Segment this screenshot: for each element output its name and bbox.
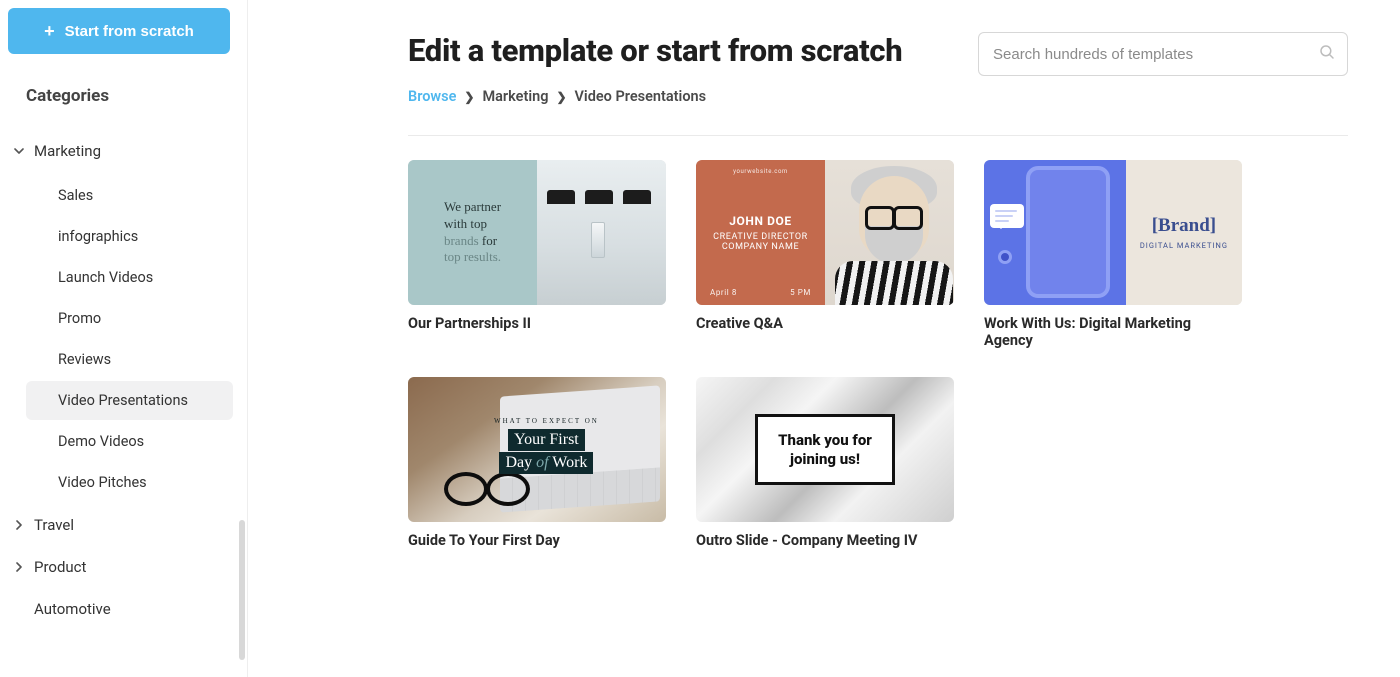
thumb-text: DIGITAL MARKETING — [1140, 241, 1228, 250]
template-title: Outro Slide - Company Meeting IV — [696, 532, 954, 549]
thumb-text: joining us! — [790, 450, 860, 468]
page-title: Edit a template or start from scratch — [408, 32, 902, 69]
chevron-right-icon: ❯ — [556, 90, 566, 104]
template-card-our-partnerships[interactable]: We partner with top brands for top resul… — [408, 160, 666, 349]
category-label: Product — [34, 558, 86, 576]
thumb-text: [Brand] — [1152, 215, 1216, 237]
subcategory-launch-videos[interactable]: Launch Videos — [26, 258, 233, 297]
template-title: Guide To Your First Day — [408, 532, 666, 549]
template-thumbnail: We partner with top brands for top resul… — [408, 160, 666, 305]
thumb-text: 5 PM — [790, 288, 811, 297]
thumb-text: COMPANY NAME — [722, 242, 799, 252]
category-automotive[interactable]: Automotive — [8, 588, 239, 630]
subcategory-reviews[interactable]: Reviews — [26, 340, 233, 379]
categories-heading: Categories — [26, 86, 239, 106]
chevron-right-icon: ❯ — [464, 90, 474, 104]
thumb-text: WHAT TO EXPECT ON — [494, 417, 599, 425]
subcategory-video-presentations[interactable]: Video Presentations — [26, 381, 233, 420]
breadcrumb: Browse ❯ Marketing ❯ Video Presentations — [408, 88, 1348, 105]
subcategory-label: Sales — [58, 187, 93, 204]
category-travel[interactable]: Travel — [8, 504, 239, 546]
subcategory-video-pitches[interactable]: Video Pitches — [26, 463, 233, 502]
thumb-text: CREATIVE DIRECTOR — [713, 232, 808, 242]
template-title: Work With Us: Digital Marketing Agency — [984, 315, 1242, 349]
template-title: Our Partnerships II — [408, 315, 666, 332]
thumb-text: yourwebsite.com — [733, 168, 788, 175]
template-thumbnail: [Brand] DIGITAL MARKETING — [984, 160, 1242, 305]
category-list: Marketing Sales infographics Launch Vide… — [8, 130, 239, 630]
thumb-text: top results. — [444, 249, 501, 264]
header-row: Edit a template or start from scratch — [408, 32, 1348, 76]
breadcrumb-mid[interactable]: Marketing — [482, 88, 548, 105]
template-card-first-day[interactable]: WHAT TO EXPECT ON Your First Day of Work… — [408, 377, 666, 549]
subcategory-promo[interactable]: Promo — [26, 299, 233, 338]
thumb-text: Day — [505, 454, 532, 471]
category-label: Travel — [34, 516, 74, 534]
subcategory-sales[interactable]: Sales — [26, 176, 233, 215]
subcategory-label: Launch Videos — [58, 269, 153, 286]
plus-icon: + — [44, 22, 55, 40]
subcategory-demo-videos[interactable]: Demo Videos — [26, 422, 233, 461]
search-icon — [1318, 43, 1336, 65]
subcategory-label: infographics — [58, 228, 138, 245]
subcategory-list: Sales infographics Launch Videos Promo R… — [8, 176, 239, 502]
thumb-text: brands — [444, 233, 479, 248]
subcategory-infographics[interactable]: infographics — [26, 217, 233, 256]
category-label: Marketing — [34, 142, 101, 160]
thumb-text: April 8 — [710, 288, 737, 297]
template-card-creative-qa[interactable]: yourwebsite.com JOHN DOE CREATIVE DIRECT… — [696, 160, 954, 349]
subcategory-label: Video Pitches — [58, 474, 147, 491]
thumb-text: of — [536, 454, 548, 471]
subcategory-label: Demo Videos — [58, 433, 144, 450]
category-product[interactable]: Product — [8, 546, 239, 588]
template-title: Creative Q&A — [696, 315, 954, 332]
sidebar: + Start from scratch Categories Marketin… — [0, 0, 248, 677]
template-thumbnail: yourwebsite.com JOHN DOE CREATIVE DIRECT… — [696, 160, 954, 305]
thumb-text: JOHN DOE — [729, 214, 792, 228]
subcategory-label: Video Presentations — [58, 392, 188, 409]
start-from-scratch-label: Start from scratch — [65, 23, 194, 40]
thumb-text: Thank you for — [778, 431, 872, 449]
category-label: Automotive — [34, 600, 111, 618]
thumb-text: for — [482, 233, 497, 248]
breadcrumb-root[interactable]: Browse — [408, 88, 456, 105]
divider — [408, 135, 1348, 136]
sidebar-scrollbar[interactable] — [239, 520, 245, 660]
search-wrap — [978, 32, 1348, 76]
thumb-text: Work — [552, 454, 587, 471]
template-thumbnail: WHAT TO EXPECT ON Your First Day of Work — [408, 377, 666, 522]
template-card-work-with-us[interactable]: [Brand] DIGITAL MARKETING Work With Us: … — [984, 160, 1242, 349]
thumb-text: We partner — [444, 199, 501, 214]
template-thumbnail: Thank you for joining us! — [696, 377, 954, 522]
main-content: Edit a template or start from scratch Br… — [248, 0, 1400, 677]
thumb-text: Your First — [508, 429, 585, 451]
chevron-right-icon — [12, 520, 26, 530]
subcategory-label: Promo — [58, 310, 101, 327]
template-grid: We partner with top brands for top resul… — [408, 160, 1348, 549]
search-input[interactable] — [978, 32, 1348, 76]
subcategory-label: Reviews — [58, 351, 111, 368]
breadcrumb-leaf: Video Presentations — [575, 88, 707, 105]
thumb-text: with top — [444, 216, 487, 231]
category-marketing[interactable]: Marketing — [8, 130, 239, 172]
chevron-right-icon — [12, 562, 26, 572]
chevron-down-icon — [12, 146, 26, 156]
template-card-outro-slide[interactable]: Thank you for joining us! Outro Slide - … — [696, 377, 954, 549]
start-from-scratch-button[interactable]: + Start from scratch — [8, 8, 230, 54]
